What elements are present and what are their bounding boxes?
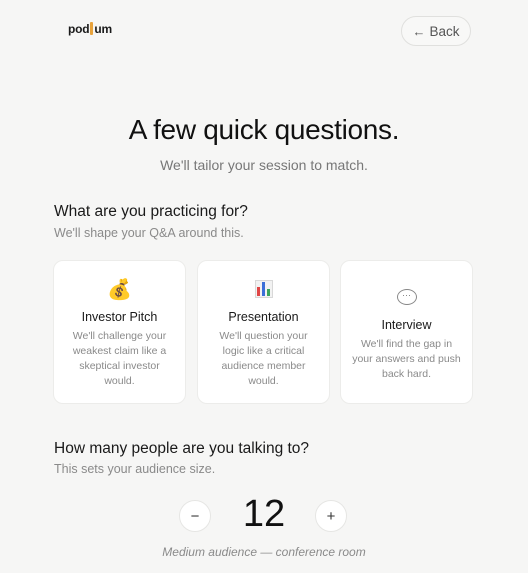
decrement-button[interactable]: −	[179, 500, 211, 532]
option-description: We'll challenge your weakest claim like …	[72, 330, 167, 387]
audience-size-caption: Medium audience — conference room	[162, 545, 366, 559]
option-title: Presentation	[228, 310, 299, 324]
increment-button[interactable]: +	[315, 500, 347, 532]
option-description: We'll find the gap in your answers and p…	[352, 338, 461, 380]
page-title: A few quick questions.	[128, 114, 400, 145]
bar-chart-icon	[254, 280, 273, 298]
practice-section-subtitle: We'll shape your Q&A around this.	[54, 226, 244, 240]
page-subtitle: We'll tailor your session to match.	[160, 157, 368, 173]
logo-text-start: pod	[68, 22, 90, 36]
audience-section-subtitle: This sets your audience size.	[54, 462, 216, 476]
option-description: We'll question your logic like a critica…	[219, 330, 308, 387]
option-title: Investor Pitch	[81, 310, 158, 324]
option-card-interview[interactable]: ··· Interview We'll find the gap in your…	[340, 260, 473, 404]
option-title: Interview	[381, 318, 432, 332]
option-card-presentation[interactable]: Presentation We'll question your logic l…	[197, 260, 330, 404]
back-button[interactable]: ← Back	[401, 16, 471, 46]
podium-logo[interactable]: pod um	[68, 21, 112, 36]
logo-bar-icon	[90, 21, 94, 35]
back-button-label: Back	[429, 23, 460, 39]
logo-text-end: um	[94, 22, 112, 36]
arrow-left-icon: ←	[412, 23, 426, 39]
option-card-investor-pitch[interactable]: 💰 Investor Pitch We'll challenge your we…	[53, 260, 186, 404]
minus-icon: −	[190, 507, 200, 525]
money-bag-icon: 💰	[107, 279, 132, 301]
speech-bubble-icon: ···	[396, 289, 417, 305]
audience-section-title: How many people are you talking to?	[54, 440, 310, 457]
practice-section-title: What are you practicing for?	[54, 203, 248, 220]
audience-count: 12	[242, 493, 286, 535]
plus-icon: +	[326, 507, 336, 525]
